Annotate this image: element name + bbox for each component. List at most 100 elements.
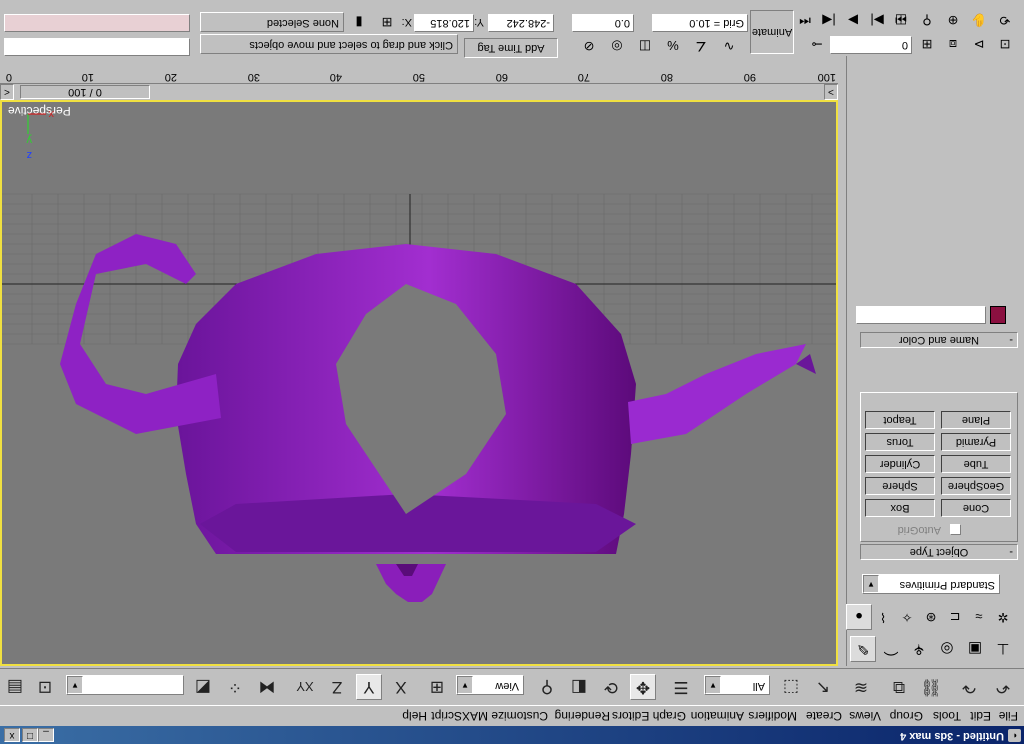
name-color-rollout-header[interactable]: - Name and Color (860, 332, 1018, 348)
cameras-icon[interactable]: ⊛ (918, 604, 944, 630)
time-slider[interactable]: > 0 / 100 < (0, 84, 838, 100)
display-tab-icon[interactable]: ▣ (962, 636, 988, 662)
zoom-all-icon[interactable]: ⊕ (942, 10, 964, 30)
previous-frame-icon[interactable]: |◀ (818, 10, 840, 30)
object-type-rollout-header[interactable]: - Object Type (860, 544, 1018, 560)
cylinder-button[interactable]: Cylinder (865, 455, 935, 473)
key-mode-icon[interactable]: ⊸ (806, 34, 828, 54)
select-and-scale-icon[interactable]: ◧ (566, 674, 592, 700)
schematic-view-icon[interactable]: ▤ (2, 674, 28, 700)
selection-lock-icon[interactable]: ⊞ (376, 12, 398, 32)
track-view-icon[interactable]: ⊡ (32, 674, 58, 700)
select-and-rotate-icon[interactable]: ⟳ (598, 674, 624, 700)
systems-icon[interactable]: ✲ (990, 604, 1016, 630)
zoom-extents-all-icon[interactable]: ⧈ (942, 34, 964, 54)
pivot-center-icon[interactable]: ⊞ (424, 674, 450, 700)
select-link-icon[interactable]: ⛓ (918, 674, 944, 700)
redo-icon[interactable]: ↷ (956, 674, 982, 700)
array-icon[interactable]: ⁘ (222, 674, 248, 700)
add-time-tag-button[interactable]: Add Time Tag (464, 38, 558, 58)
space-warps-icon[interactable]: ≈ (966, 604, 992, 630)
select-object-icon[interactable]: ↖ (810, 674, 836, 700)
go-to-end-icon[interactable]: ⏭ (890, 10, 912, 30)
sphere-button[interactable]: Sphere (865, 477, 935, 495)
selection-filter-dropdown[interactable]: All ▼ (704, 675, 770, 695)
lock-icon[interactable]: ▮ (348, 12, 370, 32)
lights-icon[interactable]: ✧ (894, 604, 920, 630)
pyramid-button[interactable]: Pyramid (941, 433, 1011, 451)
menu-help[interactable]: Help (402, 709, 427, 723)
field-of-view-icon[interactable]: ⊳ (968, 34, 990, 54)
menu-views[interactable]: Views (849, 709, 881, 723)
maximize-button[interactable]: □ (22, 728, 38, 742)
arc-rotate-icon[interactable]: ⟲ (994, 10, 1016, 30)
align-icon[interactable]: ◩ (190, 674, 216, 700)
app-icon[interactable]: ◐ (1008, 729, 1021, 742)
play-icon[interactable]: ▶ (842, 10, 864, 30)
autogrid-checkbox[interactable] (950, 524, 961, 535)
unlink-icon[interactable]: ⧉ (886, 674, 912, 700)
named-selection-dropdown[interactable]: ▼ (66, 675, 184, 695)
object-color-swatch[interactable] (990, 306, 1006, 324)
angle-snap-icon[interactable]: ∠ (690, 36, 712, 56)
degradation-override-icon[interactable]: ◎ (606, 36, 628, 56)
restrict-x-button[interactable]: X (388, 674, 414, 700)
category-dropdown[interactable]: Standard Primitives ▼ (862, 574, 1000, 594)
animate-button[interactable]: Animate (750, 10, 794, 54)
geosphere-button[interactable]: GeoSphere (941, 477, 1011, 495)
hierarchy-tab-icon[interactable]: ⚘ (906, 636, 932, 662)
absolute-mode-icon[interactable]: ⊘ (578, 36, 600, 56)
undo-icon[interactable]: ↶ (990, 674, 1016, 700)
box-button[interactable]: Box (865, 499, 935, 517)
geometry-icon[interactable]: ● (846, 604, 872, 630)
menu-tools[interactable]: Tools (933, 709, 961, 723)
menu-group[interactable]: Group (890, 709, 923, 723)
cone-button[interactable]: Cone (941, 499, 1011, 517)
y-coord-field[interactable]: -248.242 (488, 14, 554, 32)
x-coord-field[interactable]: 120.815 (414, 14, 474, 32)
menu-file[interactable]: File (999, 709, 1018, 723)
snap-toggle-icon[interactable]: ∿ (718, 36, 740, 56)
manipulate-icon[interactable]: ⚲ (534, 674, 560, 700)
plane-button[interactable]: Plane (941, 411, 1011, 429)
menu-modifiers[interactable]: Modifiers (748, 709, 797, 723)
zoom-icon[interactable]: ⚲ (916, 10, 938, 30)
reference-coordinate-dropdown[interactable]: View ▼ (456, 675, 524, 695)
time-slider-thumb[interactable]: 0 / 100 (20, 85, 150, 99)
viewport-label[interactable]: Perspective (8, 104, 71, 118)
select-by-name-icon[interactable]: ☰ (668, 674, 694, 700)
mirror-icon[interactable]: ⧓ (254, 674, 280, 700)
object-name-field[interactable] (856, 306, 986, 324)
maxscript-listener-field[interactable] (4, 38, 190, 56)
z-coord-field[interactable]: 0.0 (572, 14, 634, 32)
pan-icon[interactable]: ✋ (968, 10, 990, 30)
select-and-move-icon[interactable]: ✥ (630, 674, 656, 700)
torus-button[interactable]: Torus (865, 433, 935, 451)
menu-maxscript[interactable]: MAXScript (431, 709, 488, 723)
tube-button[interactable]: Tube (941, 455, 1011, 473)
time-next-button[interactable]: > (824, 84, 838, 100)
minimize-button[interactable]: _ (38, 728, 54, 742)
menu-customize[interactable]: Customize (491, 709, 548, 723)
perspective-viewport[interactable]: x y z Perspective (0, 100, 838, 666)
next-frame-icon[interactable]: ▶| (866, 10, 888, 30)
min-max-toggle-icon[interactable]: ⊡ (994, 34, 1016, 54)
percent-snap-icon[interactable]: % (662, 36, 684, 56)
menu-create[interactable]: Create (806, 709, 842, 723)
region-select-icon[interactable]: ⬚ (778, 674, 804, 700)
teapot-button[interactable]: Teapot (865, 411, 935, 429)
create-tab-icon[interactable]: ✎ (850, 636, 876, 662)
menu-edit[interactable]: Edit (970, 709, 991, 723)
restrict-xy-button[interactable]: XY (292, 674, 318, 700)
menu-animation[interactable]: Animation (691, 709, 744, 723)
bind-space-warp-icon[interactable]: ≋ (848, 674, 874, 700)
close-button[interactable]: x (4, 728, 20, 742)
time-prev-button[interactable]: < (0, 84, 14, 100)
helpers-icon[interactable]: ⊏ (942, 604, 968, 630)
go-to-start-icon[interactable]: ⏮ (794, 10, 816, 30)
restrict-z-button[interactable]: Z (324, 674, 350, 700)
shapes-icon[interactable]: ⌇ (870, 604, 896, 630)
motion-tab-icon[interactable]: ◎ (934, 636, 960, 662)
track-bar[interactable]: 100 90 80 70 60 50 40 30 20 10 0 (0, 62, 838, 84)
window-crossing-icon[interactable]: ◫ (634, 36, 656, 56)
